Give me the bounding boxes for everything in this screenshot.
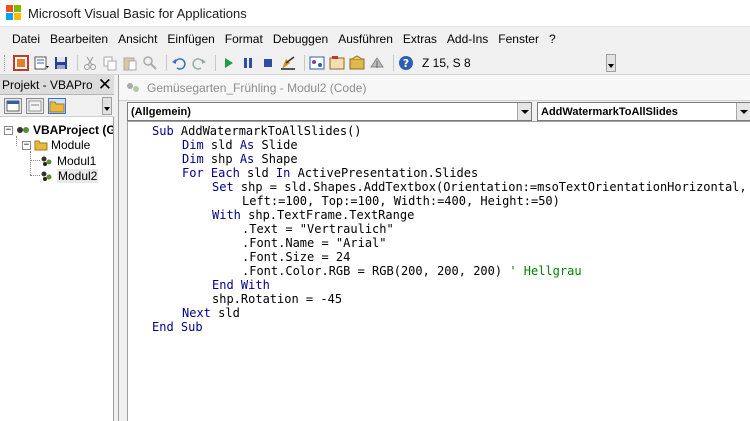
tree-node-label: VBAProject (G <box>33 123 114 137</box>
chevron-down-icon[interactable] <box>736 103 750 120</box>
collapse-icon[interactable]: − <box>22 140 31 150</box>
code-window: Gemüsegarten_Frühling - Modul2 (Code) (A… <box>118 75 750 421</box>
menu-format[interactable]: Format <box>225 32 263 46</box>
menu-einfuegen[interactable]: Einfügen <box>167 32 214 46</box>
menu-fenster[interactable]: Fenster <box>498 32 539 46</box>
code-window-title-bar: Gemüsegarten_Frühling - Modul2 (Code) <box>119 75 750 101</box>
title-bar: Microsoft Visual Basic for Applications <box>0 0 750 27</box>
module-icon <box>40 170 54 182</box>
view-host-app-icon[interactable] <box>13 54 29 71</box>
pause-icon[interactable] <box>240 55 256 71</box>
properties-window-icon[interactable] <box>329 55 345 71</box>
help-icon[interactable]: ? <box>398 55 414 71</box>
menu-addins[interactable]: Add-Ins <box>447 32 488 46</box>
toolbox-icon[interactable] <box>369 55 385 71</box>
code-line: Dim sld As Slide <box>182 138 298 152</box>
run-icon[interactable] <box>220 55 236 71</box>
chevron-down-icon[interactable] <box>517 103 531 120</box>
collapse-icon[interactable]: − <box>4 125 13 135</box>
find-icon[interactable] <box>142 55 158 71</box>
menu-ausfuehren[interactable]: Ausführen <box>338 32 393 46</box>
tree-node-module-folder[interactable]: − Module <box>22 138 90 152</box>
code-line: shp.Rotation = -45 <box>212 292 343 306</box>
save-icon[interactable] <box>53 55 69 71</box>
procedure-combo-value: AddWatermarkToAllSlides <box>541 105 678 118</box>
menu-datei[interactable]: Datei <box>12 32 40 46</box>
menu-extras[interactable]: Extras <box>403 32 437 46</box>
copy-icon[interactable] <box>102 55 118 71</box>
tree-node-vbaproject[interactable]: − VBAProject (G <box>4 123 114 137</box>
module-icon <box>40 155 54 167</box>
code-line: End With <box>212 278 270 292</box>
project-panel-dropdown[interactable] <box>102 97 112 115</box>
standard-toolbar: ? Z 15, S 8 <box>0 51 750 75</box>
view-code-icon[interactable] <box>4 97 22 114</box>
code-line: Set shp = sld.Shapes.AddTextbox(Orientat… <box>212 180 750 194</box>
code-line: .Text = "Vertraulich" <box>242 222 394 236</box>
paste-icon[interactable] <box>122 55 138 71</box>
code-line: .Font.Size = 24 <box>242 250 351 264</box>
view-object-icon[interactable] <box>26 97 44 114</box>
menu-bar: Datei Bearbeiten Ansicht Einfügen Format… <box>0 27 750 51</box>
code-line: For Each sld In ActivePresentation.Slide… <box>182 166 479 180</box>
project-panel-toolbar <box>0 95 114 117</box>
undo-icon[interactable] <box>171 55 187 71</box>
tree-node-label: Modul1 <box>57 154 97 168</box>
toolbar-options-dropdown[interactable] <box>606 54 616 72</box>
object-browser-icon[interactable] <box>349 54 365 71</box>
menu-debuggen[interactable]: Debuggen <box>273 32 328 46</box>
toggle-folders-icon[interactable] <box>48 97 66 114</box>
code-editor[interactable]: Sub AddWatermarkToAllSlides() Dim sld As… <box>127 121 750 421</box>
code-window-icon <box>125 81 141 95</box>
menu-help[interactable]: ? <box>549 32 556 46</box>
menu-ansicht[interactable]: Ansicht <box>118 32 157 46</box>
window-title: Microsoft Visual Basic for Applications <box>28 5 247 21</box>
stop-icon[interactable] <box>260 55 276 71</box>
office-app-icon <box>6 5 22 21</box>
code-line: .Font.Color.RGB = RGB(200, 200, 200) ' H… <box>242 264 582 278</box>
code-line: End Sub <box>152 320 203 334</box>
close-icon[interactable]: ✕ <box>98 76 112 94</box>
code-line: Sub AddWatermarkToAllSlides() <box>152 124 362 138</box>
code-line: Next sld <box>182 306 240 320</box>
design-mode-icon[interactable] <box>280 55 296 71</box>
code-window-title: Gemüsegarten_Frühling - Modul2 (Code) <box>147 80 367 95</box>
cursor-position: Z 15, S 8 <box>422 55 471 70</box>
folder-icon <box>34 139 48 151</box>
insert-module-icon[interactable] <box>33 55 49 71</box>
menu-bearbeiten[interactable]: Bearbeiten <box>50 32 108 46</box>
code-line: With shp.TextFrame.TextRange <box>212 208 415 222</box>
tree-node-modul2[interactable]: Modul2 <box>40 169 99 183</box>
project-panel-title: Projekt - VBAProje <box>2 77 92 92</box>
object-combo-value: (Allgemein) <box>131 105 191 118</box>
cut-icon[interactable] <box>82 55 98 71</box>
procedure-combo[interactable]: AddWatermarkToAllSlides <box>537 102 750 121</box>
tree-node-modul1[interactable]: Modul1 <box>40 154 96 168</box>
project-explorer-icon[interactable] <box>309 55 325 71</box>
code-line: Dim shp As Shape <box>182 152 298 166</box>
code-line: Left:=100, Top:=100, Width:=400, Height:… <box>242 194 560 208</box>
project-panel-header: Projekt - VBAProje ✕ <box>0 75 114 95</box>
vbaproject-icon <box>16 124 30 136</box>
redo-icon[interactable] <box>191 55 207 71</box>
tree-node-label: Modul2 <box>57 169 99 183</box>
object-combo[interactable]: (Allgemein) <box>127 102 532 121</box>
project-tree: − VBAProject (G − Module Modul1 Modul2 <box>0 117 114 421</box>
toolbar-grip[interactable] <box>4 54 7 71</box>
code-line: .Font.Name = "Arial" <box>242 236 387 250</box>
tree-node-label: Module <box>51 138 91 152</box>
svg-text:?: ? <box>403 57 409 70</box>
